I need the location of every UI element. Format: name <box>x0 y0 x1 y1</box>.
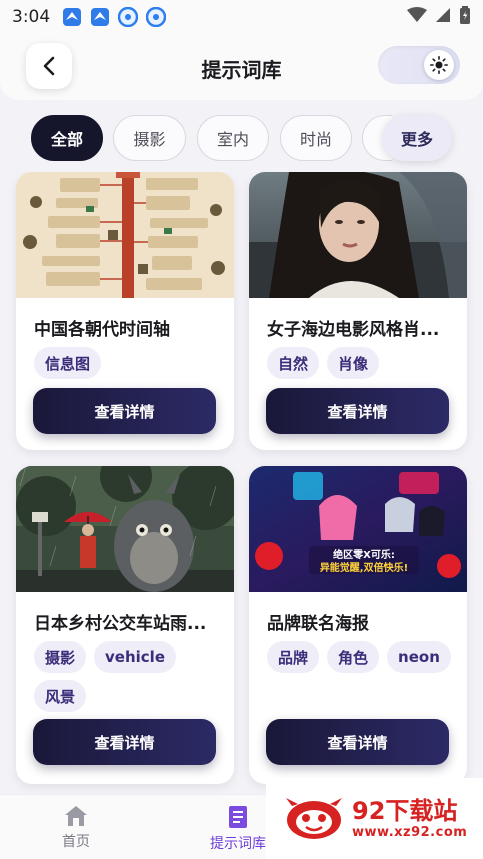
notification-browser-icon <box>118 7 139 27</box>
prompt-card[interactable]: 绝区零X可乐: 异能觉醒,双倍快乐! 品牌联名海报 品牌 角色 neon 查看详… <box>249 466 467 784</box>
filter-chip-all[interactable]: 全部 <box>31 115 103 161</box>
status-bar: 3:04 <box>0 0 483 34</box>
view-details-button[interactable]: 查看详情 <box>266 388 449 434</box>
card-title: 品牌联名海报 <box>267 614 369 634</box>
tag[interactable]: 肖像 <box>327 347 380 379</box>
nav-label: 首页 <box>62 834 90 850</box>
view-details-button[interactable]: 查看详情 <box>33 388 216 434</box>
nav-item-home[interactable]: 首页 <box>62 805 90 851</box>
watermark-url: www.xz92.com <box>352 825 468 840</box>
view-details-button[interactable]: 查看详情 <box>266 719 449 765</box>
notification-app-icon <box>62 7 82 27</box>
view-details-button[interactable]: 查看详情 <box>33 719 216 765</box>
battery-icon <box>459 6 471 28</box>
theme-toggle[interactable] <box>378 46 460 84</box>
card-title: 女子海边电影风格肖... <box>267 320 440 340</box>
signal-icon <box>435 7 451 27</box>
card-thumbnail <box>249 172 467 298</box>
prompt-card[interactable]: 女子海边电影风格肖... 自然 肖像 查看详情 <box>249 172 467 450</box>
card-tags: 自然 肖像 <box>267 347 457 379</box>
poster-caption-2: 异能觉醒,双倍快乐! <box>320 561 408 574</box>
tag[interactable]: 自然 <box>267 347 320 379</box>
category-filter-bar: 全部 摄影 室内 时尚 更多 <box>0 108 483 168</box>
prompt-card[interactable]: 日本乡村公交车站雨... 摄影 vehicle 风景 查看详情 <box>16 466 234 784</box>
tag[interactable]: vehicle <box>94 641 176 673</box>
prompt-card[interactable]: 中国各朝代时间轴 信息图 查看详情 <box>16 172 234 450</box>
tag[interactable]: 摄影 <box>34 641 87 673</box>
filter-chip-interior[interactable]: 室内 <box>197 115 269 161</box>
theme-toggle-knob <box>424 50 454 80</box>
tag[interactable]: 信息图 <box>34 347 102 379</box>
watermark-brand: 92下载站 <box>352 797 458 825</box>
prompt-card-grid: 中国各朝代时间轴 信息图 查看详情 女子海边电影风格肖... 自然 肖像 查看详… <box>0 172 483 794</box>
filter-more-button[interactable]: 更多 <box>382 115 452 161</box>
watermark: 92下载站 www.xz92.com <box>266 778 483 859</box>
filter-chip-fashion[interactable]: 时尚 <box>280 115 352 161</box>
app-header: 提示词库 <box>0 34 483 100</box>
card-title: 日本乡村公交车站雨... <box>34 614 207 634</box>
card-thumbnail: 绝区零X可乐: 异能觉醒,双倍快乐! <box>249 466 467 592</box>
poster-caption-1: 绝区零X可乐: <box>333 548 395 561</box>
card-tags: 信息图 <box>34 347 224 379</box>
document-icon <box>229 806 247 828</box>
card-tags: 摄影 vehicle 风景 <box>34 641 224 712</box>
tag[interactable]: 角色 <box>327 641 380 673</box>
status-time: 3:04 <box>12 7 51 27</box>
card-thumbnail <box>16 466 234 592</box>
home-icon <box>65 806 87 826</box>
watermark-logo-icon <box>286 797 342 839</box>
card-title: 中国各朝代时间轴 <box>34 320 170 340</box>
nav-label: 提示词库 <box>210 836 266 852</box>
sun-icon <box>430 56 448 74</box>
notification-app-icon <box>90 7 110 27</box>
card-tags: 品牌 角色 neon <box>267 641 457 673</box>
tag[interactable]: neon <box>387 641 451 673</box>
tag[interactable]: 风景 <box>34 680 87 712</box>
card-thumbnail <box>16 172 234 298</box>
tag[interactable]: 品牌 <box>267 641 320 673</box>
nav-item-prompt-library[interactable]: 提示词库 <box>210 805 266 853</box>
wifi-icon <box>407 7 427 27</box>
filter-chip-photography[interactable]: 摄影 <box>113 115 186 161</box>
notification-browser-icon <box>146 7 167 27</box>
